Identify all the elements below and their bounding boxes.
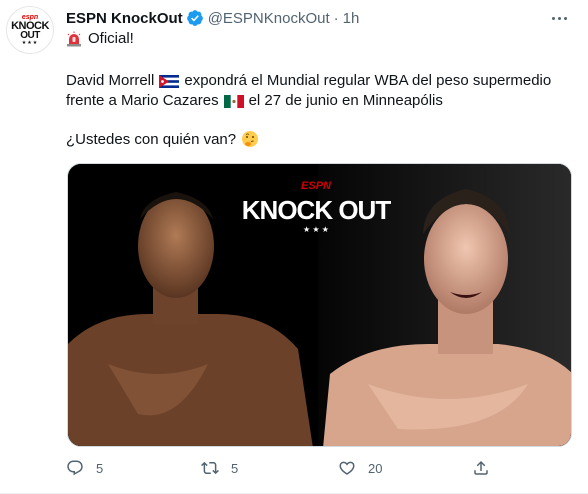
- media-logo-espn: ESPN: [301, 180, 332, 192]
- question-text: ¿Ustedes con quién van?: [66, 130, 237, 148]
- tweet-question-line: ¿Ustedes con quién van?: [66, 130, 259, 148]
- avatar-out-text: OUT: [20, 30, 40, 41]
- retweet-button[interactable]: 5: [201, 458, 238, 478]
- tweet[interactable]: espn KNOCK OUT ★★★ ESPN KnockOut @ESPNKn…: [0, 0, 588, 494]
- author-handle[interactable]: @ESPNKnockOut: [208, 10, 330, 27]
- avatar[interactable]: espn KNOCK OUT ★★★: [6, 6, 54, 54]
- tweet-header: ESPN KnockOut @ESPNKnockOut · 1h: [66, 8, 359, 28]
- separator-dot: ·: [333, 9, 339, 27]
- cuba-flag-icon: [159, 74, 180, 88]
- tweet-line-oficial: Oficial!: [66, 30, 134, 47]
- share-button[interactable]: [472, 458, 502, 478]
- retweet-icon: [201, 461, 219, 475]
- oficial-text: Oficial!: [88, 30, 134, 47]
- body-text-part2: expondrá el Mundial regular WBA del peso…: [184, 72, 552, 89]
- reply-icon: [67, 460, 83, 476]
- reply-button[interactable]: 5: [66, 458, 103, 478]
- thinking-face-icon: [242, 131, 259, 147]
- retweet-count: 5: [231, 460, 239, 476]
- media-logo-stars: ★ ★ ★: [303, 225, 329, 234]
- more-icon[interactable]: [548, 8, 570, 28]
- like-count: 20: [368, 460, 383, 476]
- tweet-text: David Morrell expondrá el Mundial regula…: [66, 71, 566, 111]
- avatar-stars: ★★★: [21, 40, 39, 46]
- author-name[interactable]: ESPN KnockOut: [66, 10, 183, 27]
- verified-badge-icon: [186, 10, 203, 26]
- heart-icon: [339, 461, 355, 475]
- mexico-flag-icon: [223, 94, 244, 108]
- body-text-part3: frente a Mario Cazares: [66, 92, 219, 109]
- reply-count: 5: [96, 460, 104, 476]
- tweet-media-image[interactable]: ESPN KNOCK OUT ★ ★ ★: [67, 163, 572, 447]
- fighters-photo: ESPN KNOCK OUT ★ ★ ★: [68, 164, 571, 446]
- media-logo-knockout: KNOCK OUT: [242, 195, 392, 225]
- siren-icon: [67, 31, 81, 46]
- body-text-part4: el 27 de junio en Minneapólis: [248, 92, 443, 109]
- tweet-actions: 5 5 20: [66, 458, 506, 478]
- body-text-part1: David Morrell: [66, 72, 155, 89]
- like-button[interactable]: 20: [338, 458, 382, 478]
- tweet-timestamp[interactable]: 1h: [343, 10, 360, 27]
- share-icon: [474, 460, 488, 475]
